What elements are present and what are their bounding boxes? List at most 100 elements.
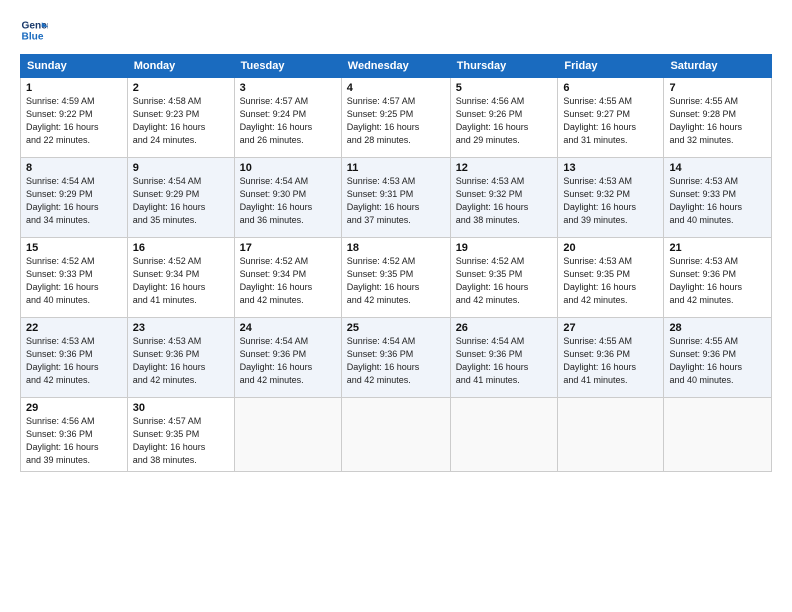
day-info: Sunrise: 4:52 AM Sunset: 9:33 PM Dayligh…	[26, 255, 122, 307]
day-number: 2	[133, 82, 229, 94]
day-cell	[450, 398, 558, 472]
day-number: 6	[563, 82, 658, 94]
day-cell: 24Sunrise: 4:54 AM Sunset: 9:36 PM Dayli…	[234, 318, 341, 398]
day-cell: 1Sunrise: 4:59 AM Sunset: 9:22 PM Daylig…	[21, 78, 128, 158]
day-number: 7	[669, 82, 766, 94]
day-number: 14	[669, 162, 766, 174]
day-info: Sunrise: 4:55 AM Sunset: 9:28 PM Dayligh…	[669, 95, 766, 147]
day-cell: 27Sunrise: 4:55 AM Sunset: 9:36 PM Dayli…	[558, 318, 664, 398]
day-number: 10	[240, 162, 336, 174]
day-cell: 3Sunrise: 4:57 AM Sunset: 9:24 PM Daylig…	[234, 78, 341, 158]
day-info: Sunrise: 4:59 AM Sunset: 9:22 PM Dayligh…	[26, 95, 122, 147]
day-number: 29	[26, 402, 122, 414]
day-number: 4	[347, 82, 445, 94]
day-info: Sunrise: 4:57 AM Sunset: 9:25 PM Dayligh…	[347, 95, 445, 147]
day-cell: 20Sunrise: 4:53 AM Sunset: 9:35 PM Dayli…	[558, 238, 664, 318]
day-info: Sunrise: 4:54 AM Sunset: 9:30 PM Dayligh…	[240, 175, 336, 227]
day-cell: 21Sunrise: 4:53 AM Sunset: 9:36 PM Dayli…	[664, 238, 772, 318]
day-info: Sunrise: 4:53 AM Sunset: 9:32 PM Dayligh…	[456, 175, 553, 227]
day-info: Sunrise: 4:53 AM Sunset: 9:35 PM Dayligh…	[563, 255, 658, 307]
weekday-header-row: SundayMondayTuesdayWednesdayThursdayFrid…	[21, 55, 772, 78]
day-info: Sunrise: 4:54 AM Sunset: 9:29 PM Dayligh…	[133, 175, 229, 227]
day-number: 18	[347, 242, 445, 254]
day-cell: 12Sunrise: 4:53 AM Sunset: 9:32 PM Dayli…	[450, 158, 558, 238]
svg-text:Blue: Blue	[22, 31, 44, 42]
day-number: 20	[563, 242, 658, 254]
day-cell: 22Sunrise: 4:53 AM Sunset: 9:36 PM Dayli…	[21, 318, 128, 398]
day-info: Sunrise: 4:53 AM Sunset: 9:32 PM Dayligh…	[563, 175, 658, 227]
day-info: Sunrise: 4:54 AM Sunset: 9:36 PM Dayligh…	[240, 335, 336, 387]
day-cell: 29Sunrise: 4:56 AM Sunset: 9:36 PM Dayli…	[21, 398, 128, 472]
day-info: Sunrise: 4:52 AM Sunset: 9:35 PM Dayligh…	[347, 255, 445, 307]
day-number: 26	[456, 322, 553, 334]
day-cell: 28Sunrise: 4:55 AM Sunset: 9:36 PM Dayli…	[664, 318, 772, 398]
week-row-3: 15Sunrise: 4:52 AM Sunset: 9:33 PM Dayli…	[21, 238, 772, 318]
day-info: Sunrise: 4:55 AM Sunset: 9:27 PM Dayligh…	[563, 95, 658, 147]
day-info: Sunrise: 4:52 AM Sunset: 9:34 PM Dayligh…	[133, 255, 229, 307]
day-cell: 15Sunrise: 4:52 AM Sunset: 9:33 PM Dayli…	[21, 238, 128, 318]
day-info: Sunrise: 4:53 AM Sunset: 9:31 PM Dayligh…	[347, 175, 445, 227]
day-cell: 17Sunrise: 4:52 AM Sunset: 9:34 PM Dayli…	[234, 238, 341, 318]
day-number: 9	[133, 162, 229, 174]
day-info: Sunrise: 4:57 AM Sunset: 9:35 PM Dayligh…	[133, 415, 229, 467]
day-number: 16	[133, 242, 229, 254]
logo: General Blue	[20, 16, 52, 44]
day-cell: 11Sunrise: 4:53 AM Sunset: 9:31 PM Dayli…	[341, 158, 450, 238]
day-info: Sunrise: 4:53 AM Sunset: 9:36 PM Dayligh…	[26, 335, 122, 387]
day-info: Sunrise: 4:56 AM Sunset: 9:26 PM Dayligh…	[456, 95, 553, 147]
day-cell: 13Sunrise: 4:53 AM Sunset: 9:32 PM Dayli…	[558, 158, 664, 238]
day-number: 12	[456, 162, 553, 174]
day-info: Sunrise: 4:55 AM Sunset: 9:36 PM Dayligh…	[669, 335, 766, 387]
day-cell: 25Sunrise: 4:54 AM Sunset: 9:36 PM Dayli…	[341, 318, 450, 398]
day-cell: 18Sunrise: 4:52 AM Sunset: 9:35 PM Dayli…	[341, 238, 450, 318]
day-cell: 4Sunrise: 4:57 AM Sunset: 9:25 PM Daylig…	[341, 78, 450, 158]
day-info: Sunrise: 4:53 AM Sunset: 9:36 PM Dayligh…	[133, 335, 229, 387]
day-number: 17	[240, 242, 336, 254]
day-number: 11	[347, 162, 445, 174]
weekday-header-sunday: Sunday	[21, 55, 128, 78]
day-cell: 5Sunrise: 4:56 AM Sunset: 9:26 PM Daylig…	[450, 78, 558, 158]
day-cell: 14Sunrise: 4:53 AM Sunset: 9:33 PM Dayli…	[664, 158, 772, 238]
day-cell: 26Sunrise: 4:54 AM Sunset: 9:36 PM Dayli…	[450, 318, 558, 398]
day-number: 8	[26, 162, 122, 174]
calendar: SundayMondayTuesdayWednesdayThursdayFrid…	[20, 54, 772, 472]
weekday-header-wednesday: Wednesday	[341, 55, 450, 78]
week-row-1: 1Sunrise: 4:59 AM Sunset: 9:22 PM Daylig…	[21, 78, 772, 158]
weekday-header-thursday: Thursday	[450, 55, 558, 78]
day-number: 19	[456, 242, 553, 254]
weekday-header-tuesday: Tuesday	[234, 55, 341, 78]
day-info: Sunrise: 4:52 AM Sunset: 9:35 PM Dayligh…	[456, 255, 553, 307]
logo-icon: General Blue	[20, 16, 48, 44]
day-cell: 30Sunrise: 4:57 AM Sunset: 9:35 PM Dayli…	[127, 398, 234, 472]
day-number: 25	[347, 322, 445, 334]
day-number: 22	[26, 322, 122, 334]
day-info: Sunrise: 4:56 AM Sunset: 9:36 PM Dayligh…	[26, 415, 122, 467]
day-cell: 16Sunrise: 4:52 AM Sunset: 9:34 PM Dayli…	[127, 238, 234, 318]
day-number: 5	[456, 82, 553, 94]
day-cell	[234, 398, 341, 472]
day-cell	[341, 398, 450, 472]
day-info: Sunrise: 4:52 AM Sunset: 9:34 PM Dayligh…	[240, 255, 336, 307]
week-row-2: 8Sunrise: 4:54 AM Sunset: 9:29 PM Daylig…	[21, 158, 772, 238]
weekday-header-monday: Monday	[127, 55, 234, 78]
day-number: 27	[563, 322, 658, 334]
day-number: 23	[133, 322, 229, 334]
day-number: 1	[26, 82, 122, 94]
day-number: 24	[240, 322, 336, 334]
day-number: 13	[563, 162, 658, 174]
day-info: Sunrise: 4:55 AM Sunset: 9:36 PM Dayligh…	[563, 335, 658, 387]
day-info: Sunrise: 4:54 AM Sunset: 9:36 PM Dayligh…	[347, 335, 445, 387]
day-cell: 9Sunrise: 4:54 AM Sunset: 9:29 PM Daylig…	[127, 158, 234, 238]
day-cell: 6Sunrise: 4:55 AM Sunset: 9:27 PM Daylig…	[558, 78, 664, 158]
day-cell: 2Sunrise: 4:58 AM Sunset: 9:23 PM Daylig…	[127, 78, 234, 158]
day-info: Sunrise: 4:54 AM Sunset: 9:29 PM Dayligh…	[26, 175, 122, 227]
header: General Blue	[20, 16, 772, 44]
day-info: Sunrise: 4:58 AM Sunset: 9:23 PM Dayligh…	[133, 95, 229, 147]
day-cell: 7Sunrise: 4:55 AM Sunset: 9:28 PM Daylig…	[664, 78, 772, 158]
weekday-header-friday: Friday	[558, 55, 664, 78]
day-cell: 10Sunrise: 4:54 AM Sunset: 9:30 PM Dayli…	[234, 158, 341, 238]
day-info: Sunrise: 4:57 AM Sunset: 9:24 PM Dayligh…	[240, 95, 336, 147]
day-info: Sunrise: 4:54 AM Sunset: 9:36 PM Dayligh…	[456, 335, 553, 387]
day-number: 28	[669, 322, 766, 334]
weekday-header-saturday: Saturday	[664, 55, 772, 78]
